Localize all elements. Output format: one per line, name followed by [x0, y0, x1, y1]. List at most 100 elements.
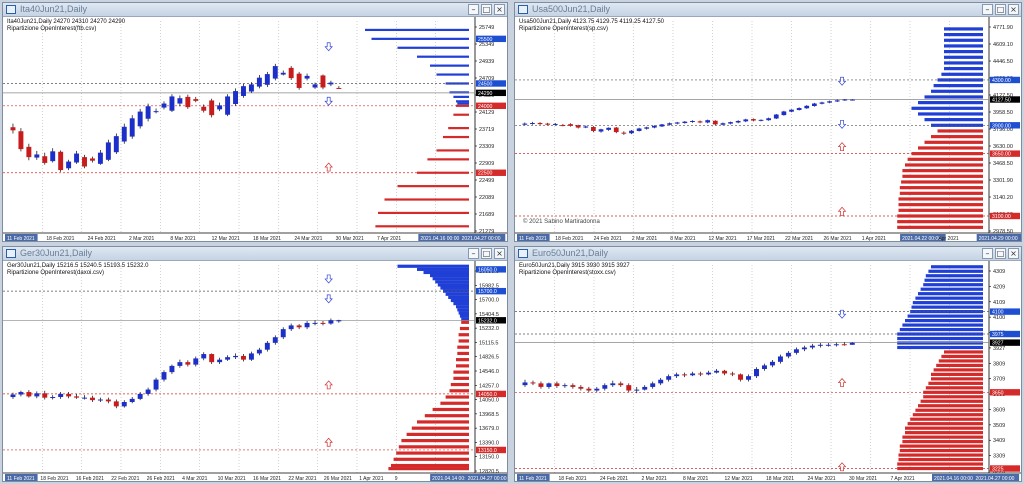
date-tick-label: 18 Mar 2021 — [766, 476, 794, 482]
candle-bull — [674, 122, 680, 124]
price-tick-label: 23309 — [479, 144, 494, 150]
candle-bull — [177, 362, 183, 366]
oi-put-bar — [427, 158, 469, 161]
candle-bull — [690, 120, 695, 122]
candle-bull — [74, 153, 80, 163]
price-tick-label: 24129 — [479, 110, 494, 116]
oi-call-bar — [897, 341, 983, 345]
maximize-icon[interactable]: □ — [481, 248, 492, 259]
minimize-icon[interactable]: – — [468, 248, 479, 259]
oi-put-bar — [899, 191, 983, 195]
price-tick-label: 13390.0 — [479, 440, 499, 446]
price-tick-label: 3630.00 — [993, 144, 1013, 150]
arrow-shape — [324, 162, 333, 172]
candle-bull — [34, 154, 40, 158]
oi-put-bar — [898, 197, 983, 201]
candle-bear — [185, 362, 191, 365]
candle-bull — [833, 344, 839, 346]
price-flag-label: 22500 — [478, 171, 493, 177]
maximize-icon[interactable]: □ — [995, 4, 1006, 15]
oi-call-bar — [944, 67, 983, 71]
candle-bull — [177, 98, 183, 104]
oi-call-bar — [430, 64, 469, 67]
price-chart[interactable]: 16050.015982.515700.015404.515232.015115… — [3, 261, 508, 482]
candle-bull — [706, 372, 712, 375]
window-titlebar[interactable]: Ita40Jun21,Daily – □ × — [3, 3, 507, 17]
candle-bull — [304, 75, 310, 79]
candle-bull — [682, 121, 688, 124]
minimize-icon[interactable]: – — [468, 4, 479, 15]
oi-call-bar — [450, 298, 469, 303]
close-icon[interactable]: × — [1008, 4, 1019, 15]
price-flag-label: 24500 — [478, 81, 493, 87]
oi-put-bar — [388, 467, 469, 471]
candle-bull — [674, 374, 680, 377]
minimize-icon[interactable]: – — [982, 4, 993, 15]
price-chart[interactable]: 4771.90 4609.10 4446.50 4300.00 4127.50 3958.… — [515, 17, 1022, 242]
candle-bull — [193, 358, 199, 365]
indicator-label: Ripartizione OpenInterest(stoxx.csv) — [519, 270, 616, 276]
oi-put-bar — [897, 462, 983, 466]
arrow-shape — [837, 119, 847, 129]
candle-bull — [667, 123, 672, 125]
close-icon[interactable]: × — [494, 4, 505, 15]
candle-bull — [304, 322, 310, 328]
date-tick-label: Apr 2021 — [938, 236, 959, 242]
candle-bull — [817, 344, 823, 346]
arrow-shape — [837, 378, 847, 387]
date-tick-label: 4 Mar 2021 — [182, 476, 208, 482]
date-tick-label: 8 Mar 2021 — [170, 236, 196, 242]
candle-bull — [217, 359, 223, 363]
date-tick-label: 1 Apr 2021 — [359, 476, 383, 482]
indicator-label: Ripartizione OpenInterest(daxoi.csv) — [7, 270, 105, 276]
oi-put-bar — [401, 439, 469, 443]
minimize-icon[interactable]: – — [982, 248, 993, 259]
oi-put-bar — [393, 457, 469, 461]
price-tick-label: 14546.0 — [479, 369, 499, 375]
close-icon[interactable]: × — [1008, 248, 1019, 259]
arrow-up-icon — [837, 206, 847, 216]
price-tick-label: 3609 — [993, 407, 1005, 413]
oi-call-bar — [371, 37, 469, 40]
candle-bull — [583, 126, 589, 128]
window-title: Ita40Jun21,Daily — [20, 4, 88, 14]
oi-call-bar — [430, 273, 469, 278]
close-icon[interactable]: × — [494, 248, 505, 259]
date-tick-label: 2 Mar 2021 — [129, 236, 155, 242]
oi-put-bar — [424, 414, 469, 418]
chart-window-euro50[interactable]: Euro50Jun21,Daily –□× 430942094109410040… — [514, 246, 1022, 482]
price-chart[interactable]: 2574925349249392470924529241292371923309… — [3, 17, 508, 242]
maximize-icon[interactable]: □ — [481, 4, 492, 15]
price-tick-label: 3409 — [993, 438, 1005, 444]
price-chart[interactable]: 4309420941094100400939273809370936503609… — [515, 261, 1022, 482]
chart-window-icon — [6, 249, 16, 258]
candle-bull — [328, 320, 334, 324]
oi-put-bar — [457, 345, 469, 349]
oi-call-bar — [456, 100, 469, 103]
candle-bull — [743, 119, 749, 122]
oi-call-bar — [448, 295, 469, 299]
window-titlebar[interactable]: Euro50Jun21,Daily – □ × — [515, 247, 1021, 261]
chart-window-usa500[interactable]: Usa500Jun21,Daily – □ × 4771.90 4609.10 4446… — [514, 2, 1022, 242]
oi-put-bar — [456, 364, 469, 368]
oi-call-bar — [918, 292, 983, 296]
candle-bull — [18, 392, 24, 395]
oi-put-bar — [397, 185, 469, 188]
copyright-note: © 2021 Sabino Martiradonna — [523, 219, 600, 225]
chart-window-ita40[interactable]: Ita40Jun21,Daily – □ × 25749 25349 24939 2470… — [2, 2, 508, 242]
oi-call-bar — [897, 345, 983, 350]
oi-call-bar — [456, 305, 469, 309]
oi-call-bar — [941, 72, 983, 76]
candle-bull — [789, 109, 794, 112]
oi-call-bar — [920, 287, 983, 291]
date-tick-label: 1 Apr 2021 — [862, 236, 886, 242]
maximize-icon[interactable]: □ — [995, 248, 1006, 259]
window-titlebar[interactable]: Usa500Jun21,Daily – □ × — [515, 3, 1021, 17]
candle-bull — [728, 122, 733, 124]
price-flag-label: 3225 — [992, 467, 1004, 473]
oi-put-bar — [918, 404, 983, 408]
candle-bull — [312, 322, 318, 324]
chart-window-ger30[interactable]: Ger30Jun21,Daily –□× 16050.015982.515700… — [2, 246, 508, 482]
candle-bull — [161, 372, 167, 380]
window-titlebar[interactable]: Ger30Jun21,Daily – □ × — [3, 247, 507, 261]
